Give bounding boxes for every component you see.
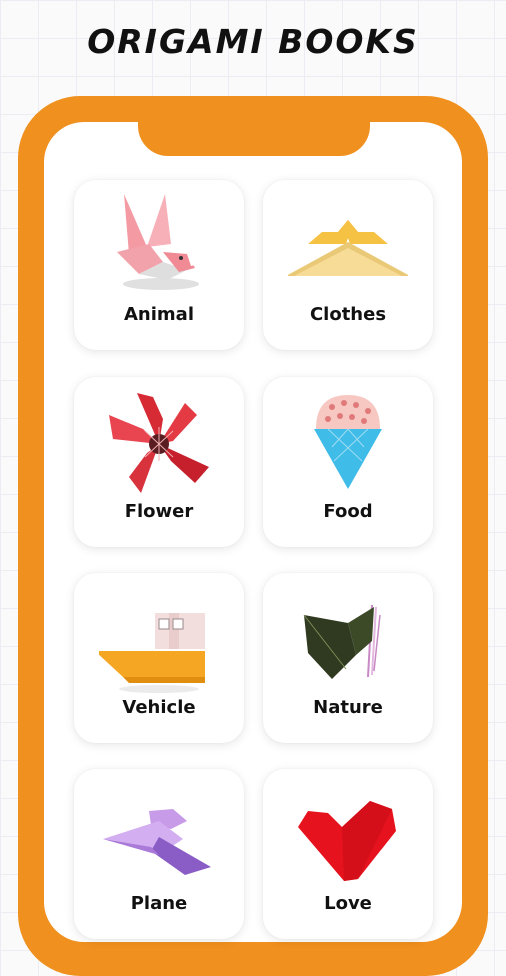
category-label: Plane: [130, 893, 188, 914]
category-label: Animal: [124, 304, 194, 325]
category-card-vehicle[interactable]: Vehicle: [74, 573, 244, 743]
category-card-plane[interactable]: Plane: [74, 769, 244, 939]
category-card-food[interactable]: Food: [263, 377, 433, 547]
category-label: Food: [323, 501, 373, 522]
category-label: Clothes: [309, 304, 387, 325]
category-card-clothes[interactable]: Clothes: [263, 180, 433, 350]
origami-bird-icon: [117, 194, 199, 290]
category-label: Vehicle: [122, 697, 196, 718]
category-card-love[interactable]: Love: [263, 769, 433, 939]
category-card-animal[interactable]: Animal: [74, 180, 244, 350]
origami-icecream-icon: [314, 395, 382, 489]
category-card-flower[interactable]: Flower: [74, 377, 244, 547]
category-label: Love: [324, 893, 372, 914]
origami-leaf-icon: [303, 604, 381, 679]
page-title: ORIGAMI BOOKS: [87, 22, 419, 61]
origami-flower-icon: [109, 393, 209, 493]
origami-plane-icon: [103, 807, 211, 875]
phone-notch: [138, 120, 370, 156]
category-label: Flower: [124, 501, 194, 522]
origami-hat-icon: [288, 220, 408, 276]
category-card-nature[interactable]: Nature: [263, 573, 433, 743]
category-label: Nature: [313, 697, 383, 718]
origami-boat-icon: [99, 613, 205, 693]
origami-heart-icon: [298, 801, 396, 881]
